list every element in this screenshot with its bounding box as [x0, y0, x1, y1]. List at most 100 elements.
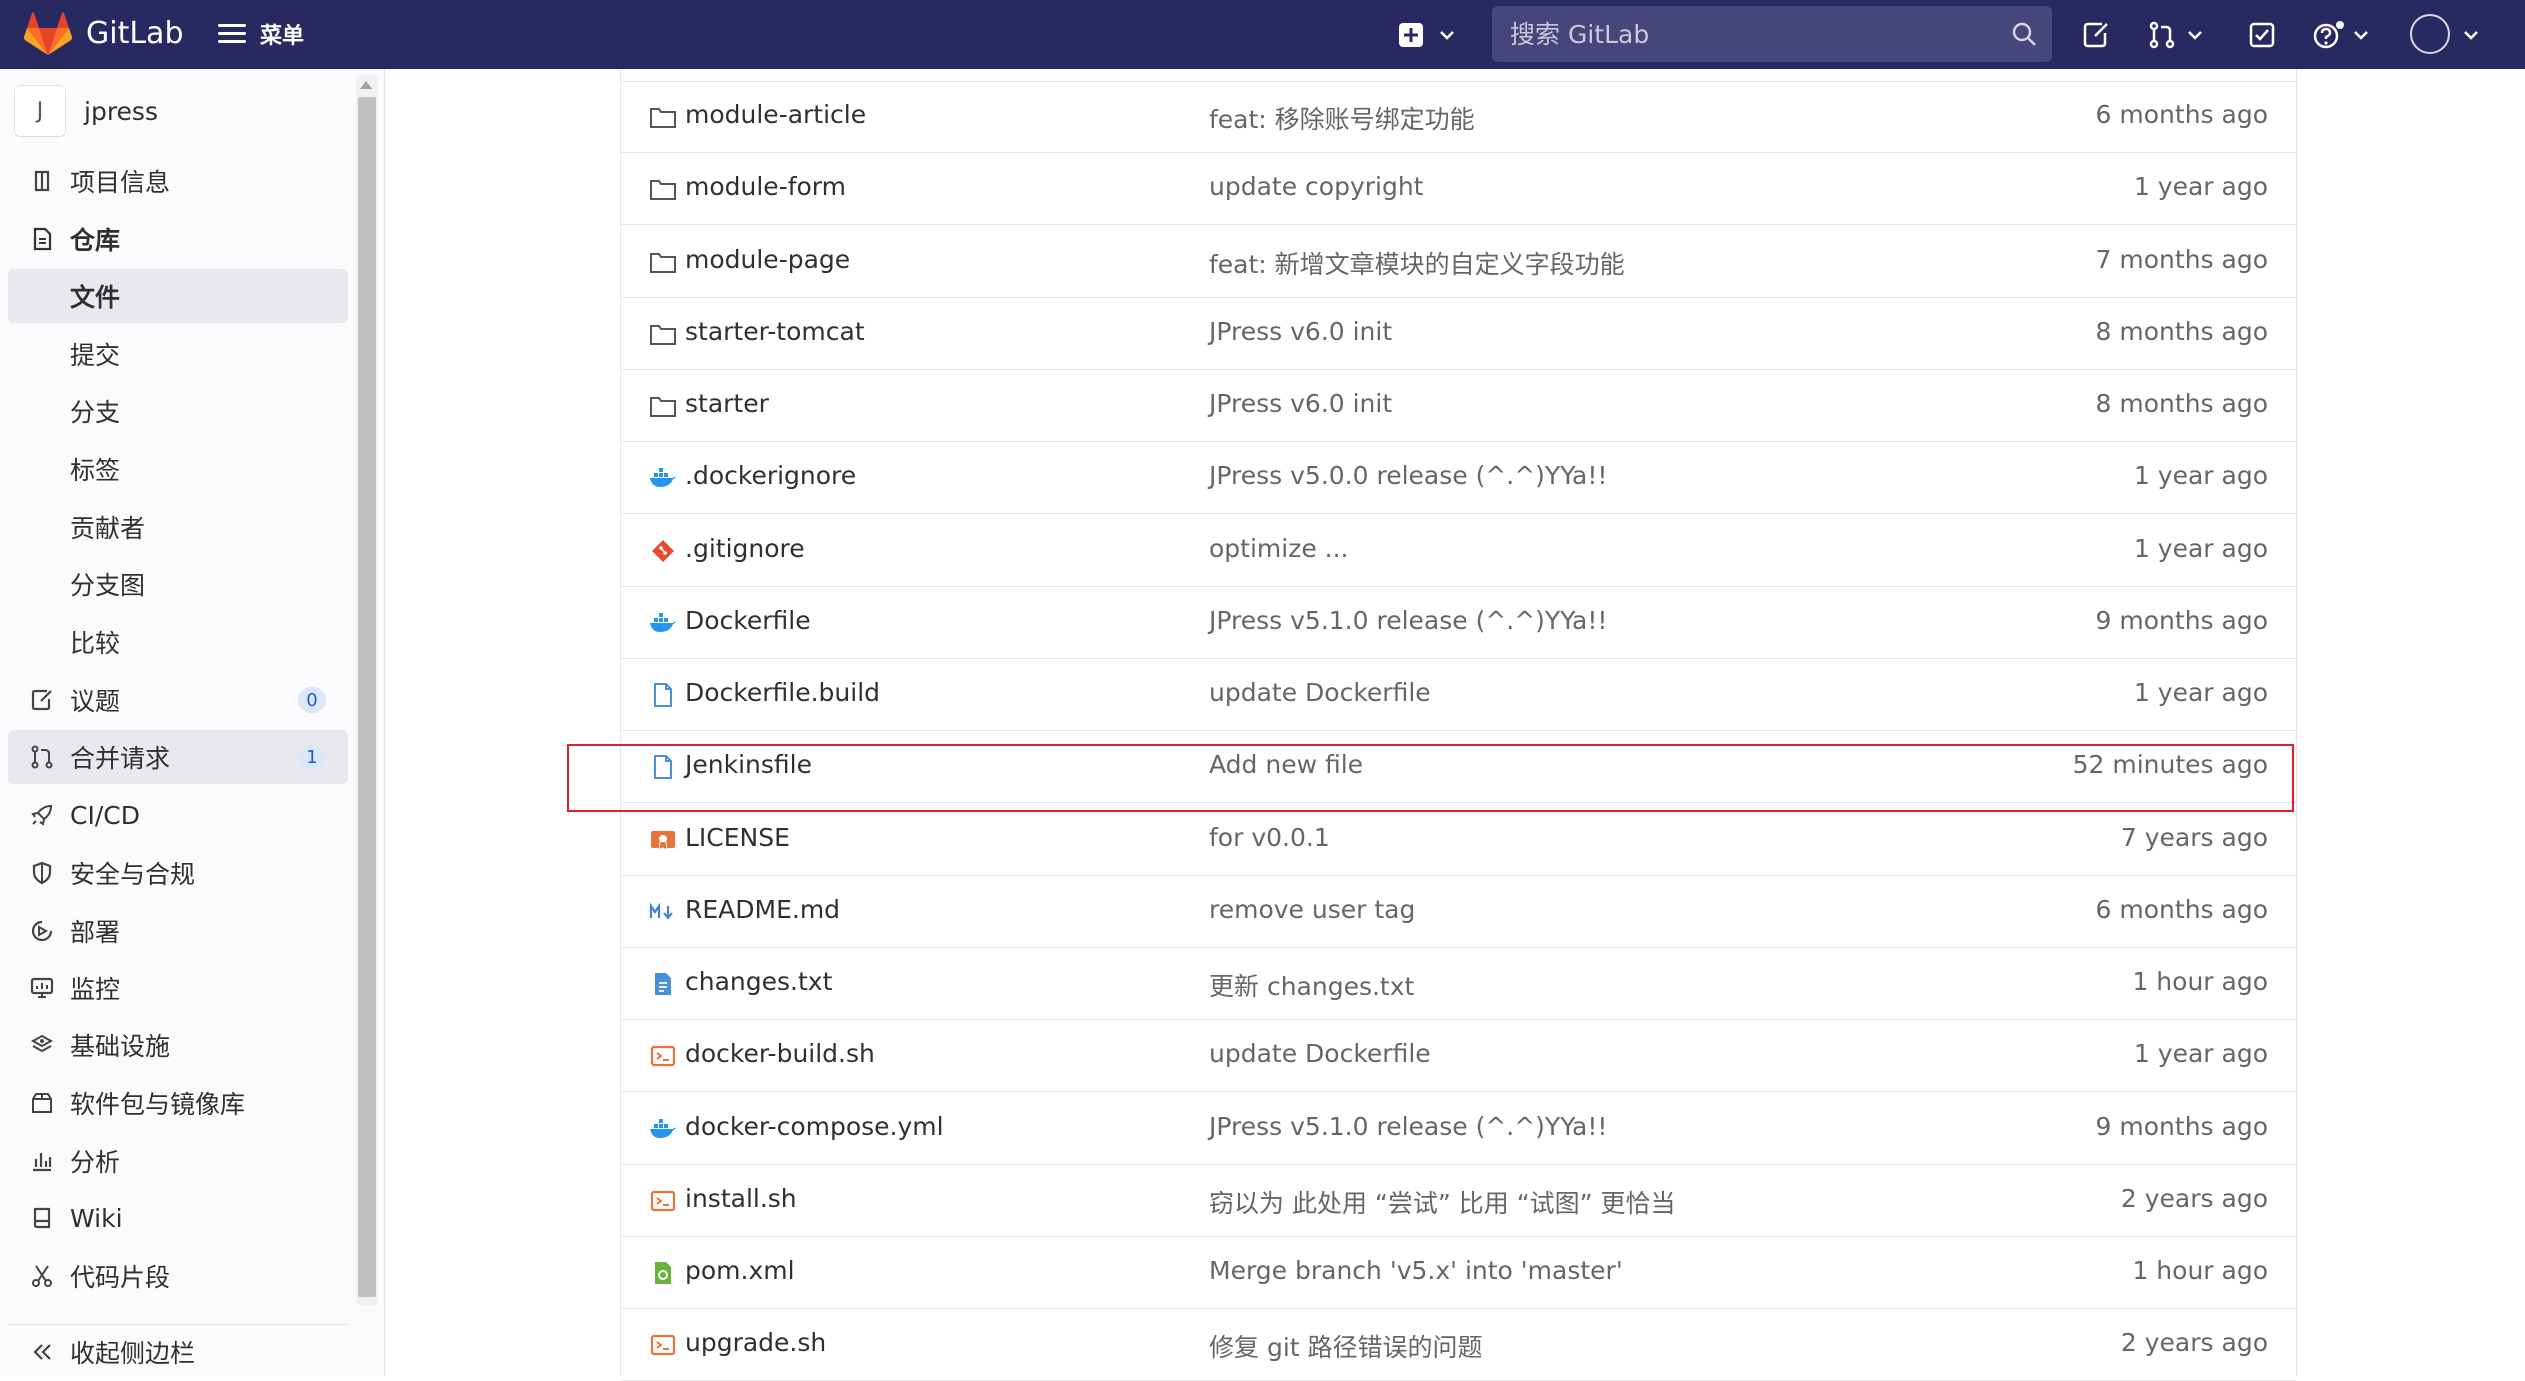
sidebar-item-label: 基础设施: [70, 1032, 171, 1061]
user-menu-chevron[interactable]: [2460, 16, 2482, 54]
sidebar-item-label: 文件: [70, 283, 121, 312]
commit-message-link[interactable]: JPress v5.1.0 release (^.^)YYa!!: [1209, 606, 1607, 635]
terminal-icon: [649, 1187, 677, 1215]
sidebar-item-tags[interactable]: 标签: [8, 442, 348, 496]
commit-message-link[interactable]: remove user tag: [1209, 895, 1415, 924]
table-row-module-form[interactable]: module-form update copyright 1 year ago: [621, 153, 2296, 226]
sidebar-item-project-info[interactable]: 项目信息: [8, 154, 348, 208]
sidebar-item-issues[interactable]: 议题 0: [8, 673, 348, 727]
sidebar-item-wiki[interactable]: Wiki: [8, 1191, 348, 1245]
commit-message-link[interactable]: feat: 新增文章模块的自定义字段功能: [1209, 245, 1625, 281]
file-name-link[interactable]: LICENSE: [685, 823, 790, 852]
sidebar-item-security[interactable]: 安全与合规: [8, 846, 348, 900]
commit-time: 6 months ago: [2095, 894, 2268, 924]
file-name-link[interactable]: module-form: [685, 172, 846, 201]
commit-message-link[interactable]: 修复 git 路径错误的问题: [1209, 1328, 1483, 1364]
file-name-link[interactable]: upgrade.sh: [685, 1328, 826, 1357]
todos-nav-button[interactable]: [2248, 16, 2276, 54]
sidebar-item-label: 合并请求: [70, 744, 171, 773]
commit-message-link[interactable]: update Dockerfile: [1209, 1039, 1431, 1068]
brand-name[interactable]: GitLab: [86, 16, 184, 51]
table-row-docker-build-sh[interactable]: docker-build.sh update Dockerfile 1 year…: [621, 1020, 2296, 1093]
merge-requests-nav-button[interactable]: [2148, 16, 2206, 54]
commit-message-link[interactable]: Merge branch 'v5.x' into 'master': [1209, 1256, 1623, 1285]
file-name-link[interactable]: module-page: [685, 245, 850, 274]
menu-button[interactable]: 菜单: [218, 14, 304, 54]
file-name-link[interactable]: .gitignore: [685, 534, 805, 563]
scroll-up-arrow-icon[interactable]: [360, 81, 372, 89]
sidebar-item-contributors[interactable]: 贡献者: [8, 500, 348, 554]
file-name-link[interactable]: docker-compose.yml: [685, 1112, 944, 1141]
commit-message-link[interactable]: optimize ...: [1209, 534, 1349, 563]
search-icon[interactable]: [2010, 20, 2038, 48]
search-box[interactable]: [1492, 6, 2052, 62]
sidebar-item-snippets[interactable]: 代码片段: [8, 1249, 348, 1303]
search-input[interactable]: [1508, 18, 1992, 50]
commit-message-link[interactable]: for v0.0.1: [1209, 823, 1330, 852]
table-row-upgrade-sh[interactable]: upgrade.sh 修复 git 路径错误的问题 2 years ago: [621, 1309, 2296, 1381]
sidebar-item-compare[interactable]: 比较: [8, 615, 348, 669]
user-avatar[interactable]: [2410, 14, 2450, 54]
sidebar-item-deployments[interactable]: 部署: [8, 904, 348, 958]
collapse-sidebar-button[interactable]: 收起侧边栏: [8, 1324, 348, 1376]
file-name-link[interactable]: pom.xml: [685, 1256, 795, 1285]
table-row-module-page[interactable]: module-page feat: 新增文章模块的自定义字段功能 7 month…: [621, 226, 2296, 298]
file-name-link[interactable]: docker-build.sh: [685, 1039, 875, 1068]
chevron-down-icon: [1440, 31, 1454, 40]
project-header[interactable]: J jpress: [14, 84, 158, 138]
gitlab-logo-icon[interactable]: [24, 12, 72, 56]
commit-time: 1 year ago: [2133, 1039, 2268, 1069]
help-nav-button[interactable]: [2312, 16, 2372, 54]
sidebar-item-infrastructure[interactable]: 基础设施: [8, 1018, 348, 1072]
file-name-link[interactable]: starter: [685, 389, 769, 418]
commit-message-link[interactable]: feat: 移除账号绑定功能: [1209, 100, 1475, 136]
file-name-link[interactable]: .dockerignore: [685, 461, 856, 490]
table-row-starter[interactable]: starter JPress v6.0 init 8 months ago: [621, 370, 2296, 442]
sidebar-item-label: 分支: [70, 398, 121, 427]
collapse-sidebar-label: 收起侧边栏: [70, 1338, 196, 1368]
table-row-starter-tomcat[interactable]: starter-tomcat JPress v6.0 init 8 months…: [621, 298, 2296, 370]
sidebar-item-label: 分析: [70, 1148, 121, 1177]
commit-message-link[interactable]: JPress v5.0.0 release (^.^)YYa!!: [1209, 461, 1607, 490]
commit-message-link[interactable]: 更新 changes.txt: [1209, 967, 1414, 1003]
commit-message-link[interactable]: JPress v5.1.0 release (^.^)YYa!!: [1209, 1112, 1607, 1141]
sidebar-item-packages[interactable]: 软件包与镜像库: [8, 1076, 348, 1130]
highlight-box-jenkinsfile: [567, 744, 2294, 812]
file-name-link[interactable]: changes.txt: [685, 967, 832, 996]
commit-message-link[interactable]: JPress v6.0 init: [1209, 389, 1392, 418]
table-row-install-sh[interactable]: install.sh 窃以为 此处用 “尝试” 比用 “试图” 更恰当 2 ye…: [621, 1165, 2296, 1237]
table-row-module-article[interactable]: module-article feat: 移除账号绑定功能 6 months a…: [621, 81, 2296, 153]
table-row-dockerfile-build[interactable]: Dockerfile.build update Dockerfile 1 yea…: [621, 659, 2296, 731]
file-name-link[interactable]: module-article: [685, 100, 866, 129]
file-name-link[interactable]: starter-tomcat: [685, 317, 865, 346]
table-row-gitignore[interactable]: .gitignore optimize ... 1 year ago: [621, 515, 2296, 587]
sidebar-scrollbar-thumb[interactable]: [358, 97, 376, 1297]
sidebar-item-files[interactable]: 文件: [8, 269, 348, 323]
table-row-pom-xml[interactable]: pom.xml Merge branch 'v5.x' into 'master…: [621, 1237, 2296, 1309]
table-row-dockerignore[interactable]: .dockerignore JPress v5.0.0 release (^.^…: [621, 442, 2296, 515]
file-name-link[interactable]: README.md: [685, 895, 840, 924]
table-row-changes-txt[interactable]: changes.txt 更新 changes.txt 1 hour ago: [621, 948, 2296, 1020]
sidebar-item-repository[interactable]: 仓库: [8, 212, 348, 266]
sidebar-item-commits[interactable]: 提交: [8, 327, 348, 381]
table-row-readme-md[interactable]: README.md remove user tag 6 months ago: [621, 876, 2296, 948]
table-row-docker-compose-yml[interactable]: docker-compose.yml JPress v5.1.0 release…: [621, 1093, 2296, 1165]
sidebar-item-cicd[interactable]: CI/CD: [8, 788, 348, 842]
commit-message-link[interactable]: update Dockerfile: [1209, 678, 1431, 707]
sidebar-item-merge-requests[interactable]: 合并请求 1: [8, 730, 348, 784]
sidebar-item-branches[interactable]: 分支: [8, 384, 348, 438]
file-name-link[interactable]: install.sh: [685, 1184, 797, 1213]
table-row-license[interactable]: LICENSE for v0.0.1 7 years ago: [621, 804, 2296, 876]
new-dropdown-button[interactable]: [1398, 16, 1458, 54]
sidebar-item-analytics[interactable]: 分析: [8, 1134, 348, 1188]
issues-nav-button[interactable]: [2082, 16, 2110, 54]
license-icon: [649, 826, 677, 854]
table-row-dockerfile[interactable]: Dockerfile JPress v5.1.0 release (^.^)YY…: [621, 587, 2296, 659]
file-name-link[interactable]: Dockerfile: [685, 606, 811, 635]
sidebar-item-graph[interactable]: 分支图: [8, 557, 348, 611]
sidebar-item-monitor[interactable]: 监控: [8, 961, 348, 1015]
commit-message-link[interactable]: update copyright: [1209, 172, 1423, 201]
commit-message-link[interactable]: JPress v6.0 init: [1209, 317, 1392, 346]
commit-message-link[interactable]: 窃以为 此处用 “尝试” 比用 “试图” 更恰当: [1209, 1184, 1676, 1220]
file-name-link[interactable]: Dockerfile.build: [685, 678, 880, 707]
